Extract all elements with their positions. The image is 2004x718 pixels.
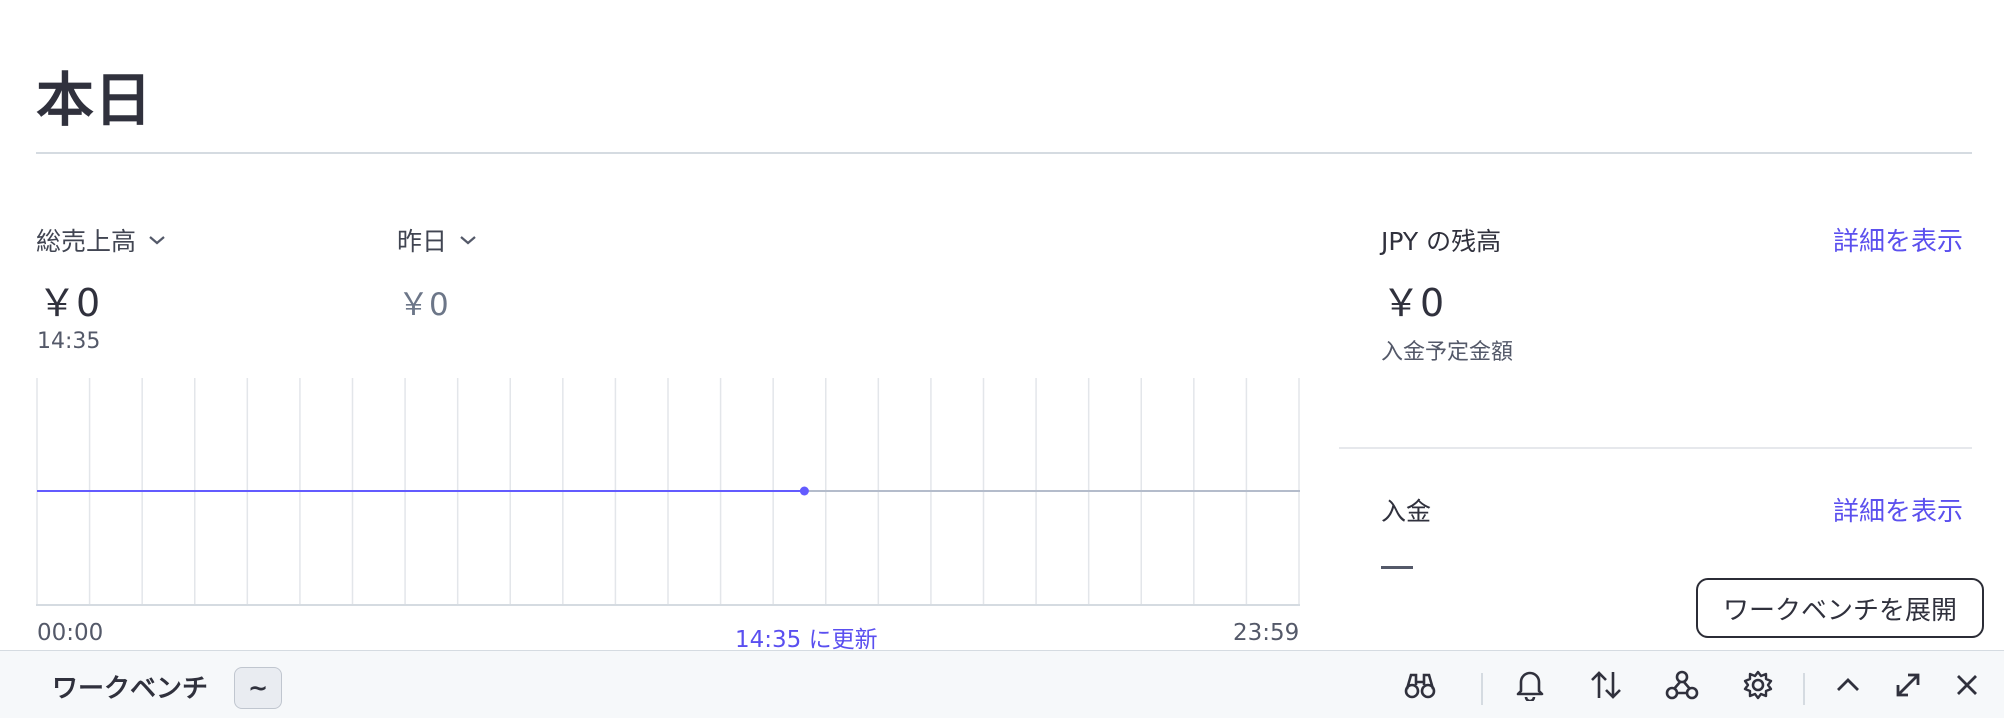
workbench-bar: ワークベンチ ~ [0,650,2004,718]
compare-selector[interactable]: 昨日 [397,222,477,258]
chart-point [799,486,809,496]
bell-icon[interactable] [1512,667,1548,703]
chevron-down-icon [460,236,476,245]
close-icon[interactable] [1949,667,1985,703]
sales-chart [36,378,1300,606]
primary-metric-time: 14:35 [37,329,101,354]
compare-metric-value: ￥0 [398,287,449,323]
payouts-details-link[interactable]: 詳細を表示 [1833,491,1963,528]
sales-chart-svg [36,378,1300,606]
balance-title: JPY の残高 [1381,227,1502,256]
title-divider [36,152,1972,154]
workbench-badge-label: ~ [247,674,269,702]
page-title: 本日 [36,66,153,134]
chevron-up-icon[interactable] [1830,667,1866,703]
workbench-shell-button[interactable]: ~ [234,667,282,709]
toolbar-separator [1481,673,1483,705]
toolbar-separator [1803,673,1805,705]
dashboard: 本日 総売上高 ￥0 14:35 昨日 ￥0 00:00 14:35 に更新 2… [0,0,2004,718]
workbench-title: ワークベンチ [52,674,209,704]
metric-selector[interactable]: 総売上高 [36,222,166,258]
x-axis-start-label: 00:00 [37,620,104,646]
balance-details-link[interactable]: 詳細を表示 [1833,221,1963,258]
expand-icon[interactable] [1890,667,1926,703]
binoculars-icon[interactable] [1402,667,1438,703]
expand-workbench-tooltip: ワークベンチを展開 [1696,578,1984,638]
compare-selector-label: 昨日 [397,227,448,256]
chevron-down-icon [149,236,165,245]
gear-icon[interactable] [1740,667,1776,703]
chart-updated-label: 14:35 に更新 [735,627,878,653]
sort-arrows-icon[interactable] [1588,667,1624,703]
webhook-icon[interactable] [1664,667,1700,703]
card-divider [1339,447,1972,449]
balance-amount: ￥0 [1382,281,1445,325]
payouts-title: 入金 [1381,497,1432,526]
metric-selector-label: 総売上高 [36,227,137,256]
payouts-empty-value [1381,566,1413,569]
balance-sub-label: 入金予定金額 [1381,340,1514,365]
x-axis-end-label: 23:59 [1233,620,1300,646]
primary-metric-value: ￥0 [38,281,101,325]
